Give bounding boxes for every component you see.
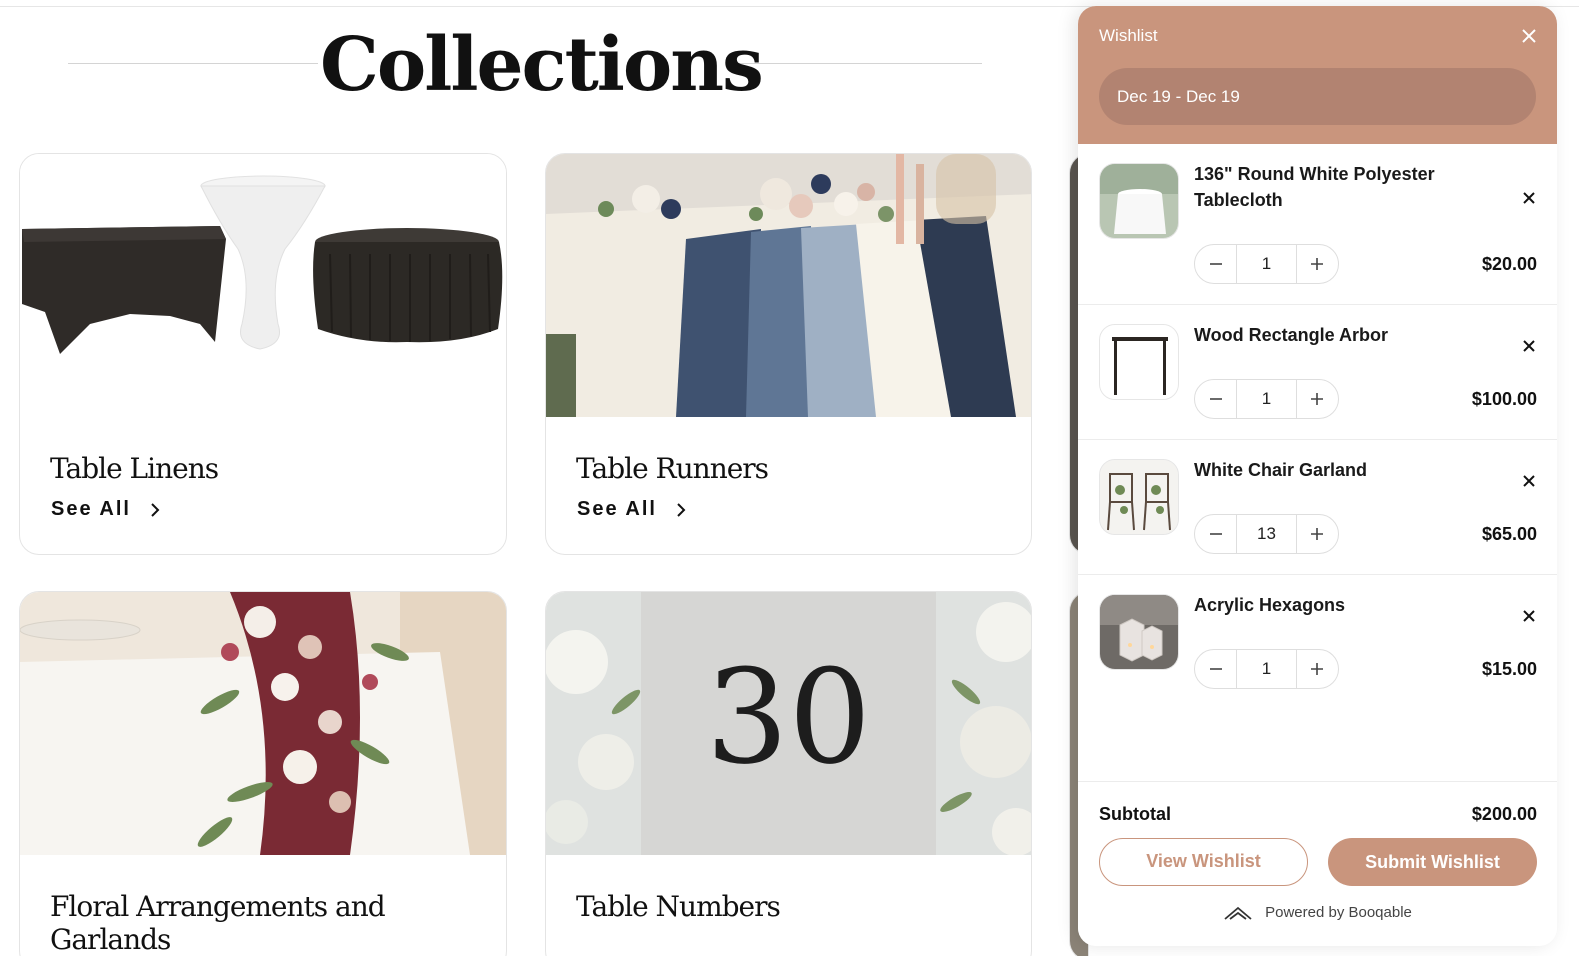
collection-title: Table Linens [50, 452, 219, 485]
wishlist-item: 136" Round White Polyester Tablecloth 1 … [1078, 144, 1557, 305]
collection-title: Floral Arrangements and Garlands [50, 890, 386, 956]
quantity-stepper: 13 [1194, 514, 1339, 554]
item-price: $100.00 [1471, 389, 1537, 409]
minus-icon [1209, 398, 1222, 400]
see-all-link[interactable]: See All [577, 498, 687, 521]
wishlist-item: White Chair Garland 13 $65.00 [1078, 440, 1557, 575]
powered-by[interactable]: Powered by Booqable [1078, 904, 1557, 921]
item-name: 136" Round White Polyester Tablecloth [1194, 164, 1435, 210]
see-all-label: See All [577, 498, 657, 520]
minus-icon [1209, 668, 1222, 670]
see-all-label: See All [51, 498, 131, 520]
close-icon[interactable] [1519, 26, 1539, 46]
item-price: $15.00 [1481, 659, 1537, 679]
item-name: White Chair Garland [1194, 460, 1368, 480]
wishlist-title: Wishlist [1099, 26, 1158, 45]
quantity-value[interactable]: 1 [1236, 650, 1297, 688]
remove-item-icon[interactable] [1521, 608, 1537, 624]
wishlist-item: Wood Rectangle Arbor 1 $100.00 [1078, 305, 1557, 440]
chevron-right-icon [677, 502, 686, 517]
page-title: Collections [320, 22, 764, 108]
quantity-value[interactable]: 1 [1236, 380, 1297, 418]
quantity-value[interactable]: 1 [1236, 245, 1297, 283]
increase-quantity-button[interactable] [1297, 650, 1338, 688]
subtotal-value: $200.00 [1471, 804, 1537, 824]
remove-item-icon[interactable] [1521, 338, 1537, 354]
date-range-picker[interactable]: Dec 19 - Dec 19 [1099, 68, 1536, 125]
tablecloth-thumbnail [1099, 163, 1179, 239]
see-all-link[interactable]: See All [51, 498, 161, 521]
quantity-stepper: 1 [1194, 379, 1339, 419]
collection-card-table-numbers[interactable]: 30 Table Numbers [545, 591, 1032, 956]
wishlist-item: Acrylic Hexagons 1 $15.00 [1078, 575, 1557, 710]
remove-item-icon[interactable] [1521, 190, 1537, 206]
table-runners-image [546, 154, 1031, 417]
collection-title: Table Numbers [576, 890, 781, 923]
floral-image [20, 592, 506, 855]
collection-card-floral[interactable]: Floral Arrangements and Garlands [19, 591, 507, 956]
table-linens-image [20, 154, 506, 417]
chair-garland-thumbnail [1099, 459, 1179, 535]
plus-icon [1311, 393, 1324, 405]
plus-icon [1311, 258, 1324, 270]
decrease-quantity-button[interactable] [1195, 515, 1236, 553]
chevron-right-icon [151, 502, 160, 517]
decrease-quantity-button[interactable] [1195, 650, 1236, 688]
increase-quantity-button[interactable] [1297, 380, 1338, 418]
submit-wishlist-button[interactable]: Submit Wishlist [1328, 838, 1537, 886]
view-wishlist-button[interactable]: View Wishlist [1099, 838, 1308, 886]
quantity-value[interactable]: 13 [1236, 515, 1297, 553]
plus-icon [1311, 663, 1324, 675]
arbor-thumbnail [1099, 324, 1179, 400]
wishlist-panel: Wishlist Dec 19 - Dec 19 136" Round Whit… [1078, 6, 1557, 946]
decrease-quantity-button[interactable] [1195, 245, 1236, 283]
wishlist-footer: Subtotal $200.00 View Wishlist Submit Wi… [1078, 781, 1557, 946]
item-name: Acrylic Hexagons [1194, 595, 1346, 615]
minus-icon [1209, 263, 1222, 265]
wishlist-header: Wishlist Dec 19 - Dec 19 [1078, 6, 1557, 144]
collection-card-table-linens[interactable]: Table Linens See All [19, 153, 507, 555]
item-price: $20.00 [1481, 254, 1537, 274]
increase-quantity-button[interactable] [1297, 245, 1338, 283]
remove-item-icon[interactable] [1521, 473, 1537, 489]
heading-rule-right [732, 63, 982, 64]
collection-card-table-runners[interactable]: Table Runners See All [545, 153, 1032, 555]
table-numbers-image: 30 [546, 592, 1031, 855]
powered-by-text: Powered by Booqable [1265, 904, 1412, 921]
collection-title: Table Runners [576, 452, 769, 485]
item-price: $65.00 [1481, 524, 1537, 544]
table-number-value: 30 [705, 641, 872, 793]
plus-icon [1311, 528, 1324, 540]
booqable-logo-icon [1224, 906, 1252, 920]
minus-icon [1209, 533, 1222, 535]
subtotal-label: Subtotal [1099, 804, 1171, 824]
acrylic-hexagons-thumbnail [1099, 594, 1179, 670]
quantity-stepper: 1 [1194, 649, 1339, 689]
increase-quantity-button[interactable] [1297, 515, 1338, 553]
heading-rule-left [68, 63, 318, 64]
quantity-stepper: 1 [1194, 244, 1339, 284]
decrease-quantity-button[interactable] [1195, 380, 1236, 418]
item-name: Wood Rectangle Arbor [1194, 325, 1389, 345]
